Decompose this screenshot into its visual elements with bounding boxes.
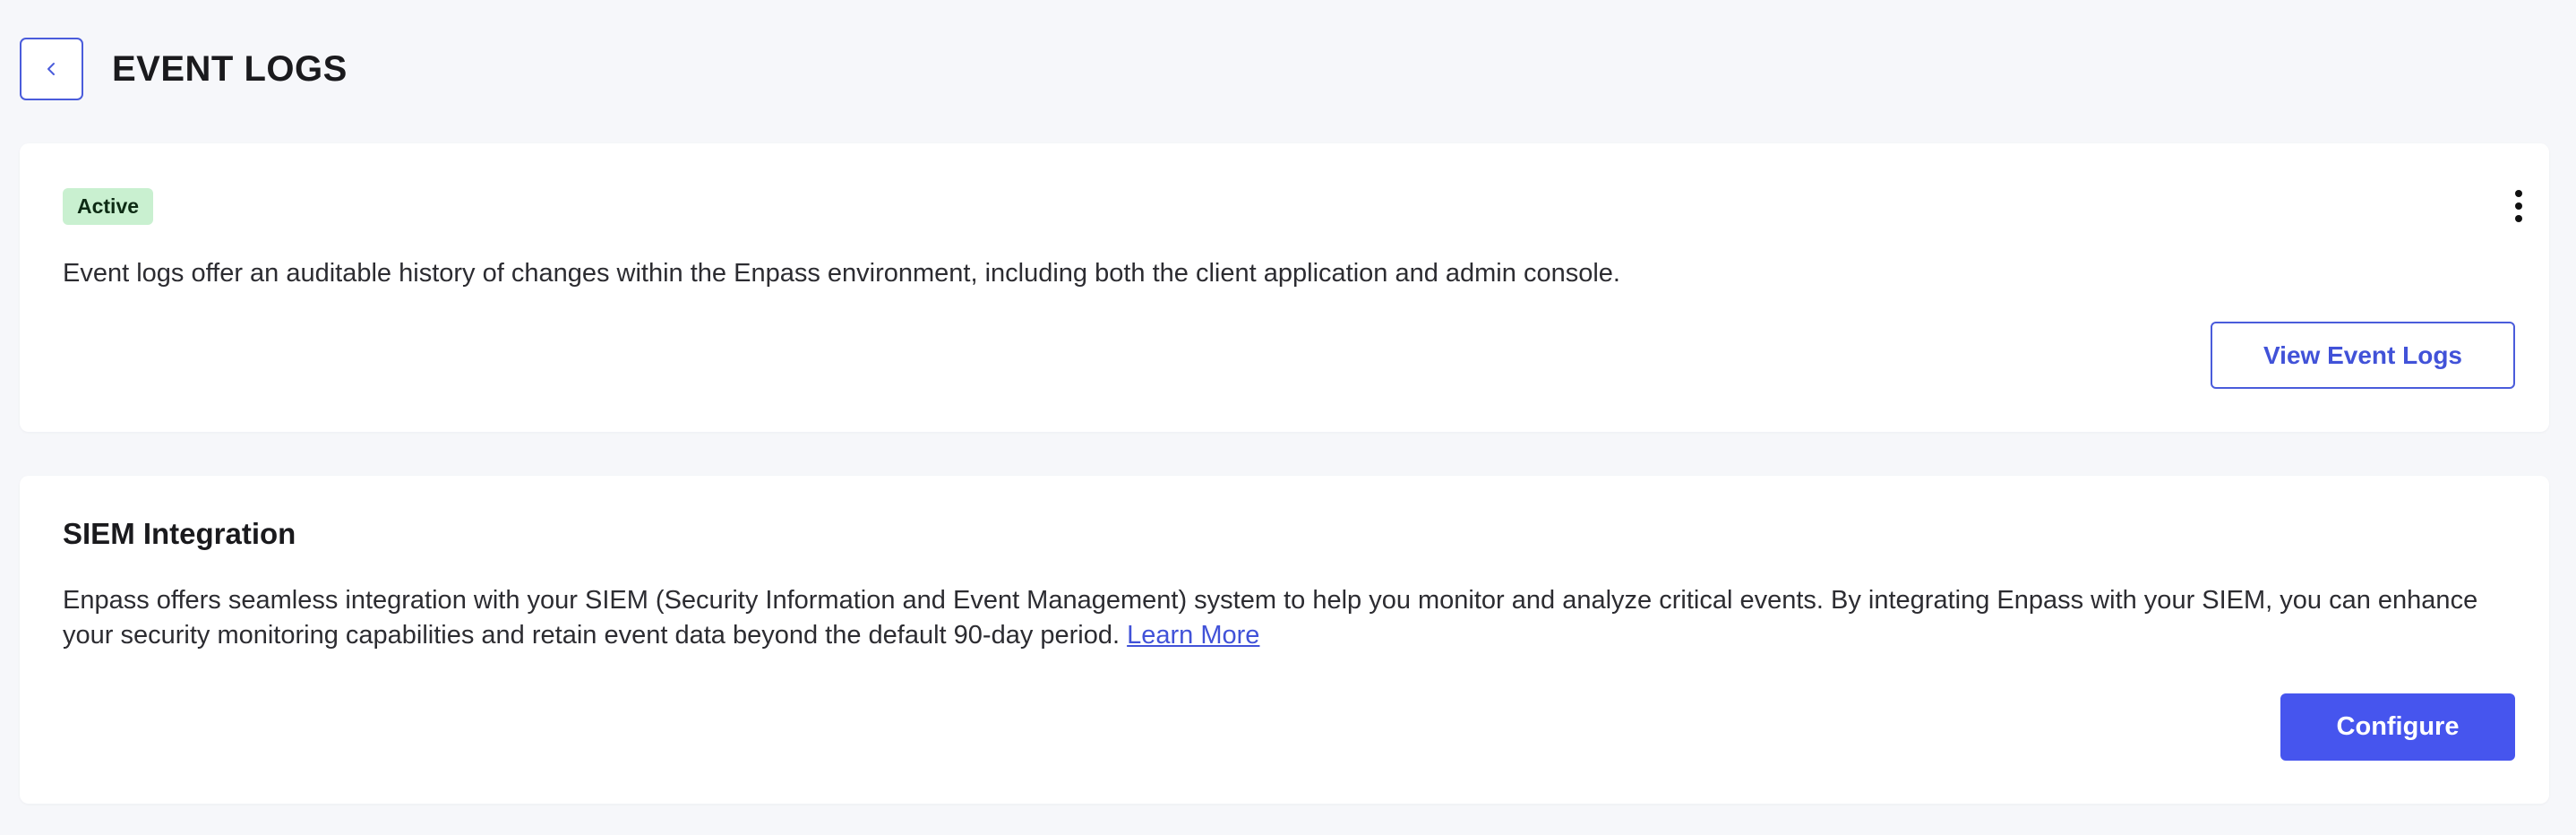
page-header: EVENT LOGS [20,38,348,100]
chevron-left-icon [47,63,55,75]
back-button[interactable] [20,38,83,100]
siem-title: SIEM Integration [63,517,296,550]
more-options-button[interactable] [2499,186,2538,226]
siem-description-text: Enpass offers seamless integration with … [63,586,2478,650]
view-event-logs-button[interactable]: View Event Logs [2211,322,2515,389]
siem-integration-card: SIEM Integration Enpass offers seamless … [20,476,2549,804]
status-badge: Active [63,188,154,225]
more-vertical-icon [2515,190,2522,222]
siem-description: Enpass offers seamless integration with … [63,583,2517,653]
learn-more-link[interactable]: Learn More [1127,621,1259,650]
event-logs-description: Event logs offer an auditable history of… [63,259,1620,288]
configure-button[interactable]: Configure [2280,693,2515,761]
page-title: EVENT LOGS [112,48,348,89]
event-logs-card: Active Event logs offer an auditable his… [20,143,2549,432]
